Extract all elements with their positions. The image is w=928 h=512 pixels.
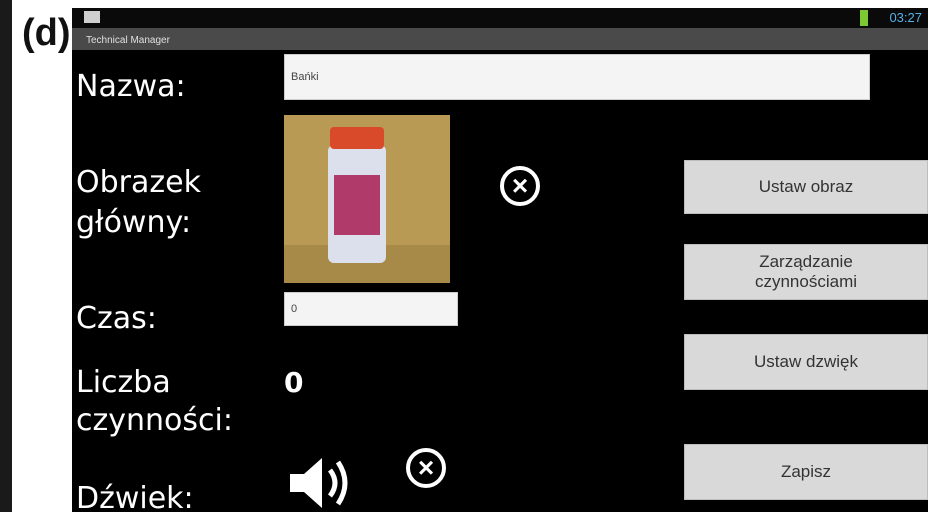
figure-label: (d) xyxy=(22,12,71,54)
name-input-value: Bańki xyxy=(291,71,319,83)
name-label: Nazwa: xyxy=(76,69,186,104)
activity-count-value: 0 xyxy=(284,366,304,399)
photo-jar-cap xyxy=(330,127,384,149)
set-sound-button[interactable]: Ustaw dzwięk xyxy=(684,334,928,390)
remove-image-icon[interactable]: × xyxy=(500,166,540,206)
speaker-icon[interactable] xyxy=(286,454,356,512)
name-input[interactable]: Bańki xyxy=(284,54,870,100)
manage-activities-label-line1: Zarządzanie xyxy=(759,252,853,271)
status-clock: 03:27 xyxy=(889,10,922,25)
sound-label: Dźwiek: xyxy=(76,481,194,512)
app-title-bar xyxy=(72,28,928,50)
main-image-label-line2: główny: xyxy=(76,205,192,240)
time-input-value: 0 xyxy=(291,303,298,315)
manage-activities-button[interactable]: Zarządzanie czynnościami xyxy=(684,244,928,300)
activity-count-label-line2: czynności: xyxy=(76,403,233,438)
save-button[interactable]: Zapisz xyxy=(684,444,928,500)
time-label: Czas: xyxy=(76,301,157,336)
manage-activities-label-line2: czynnościami xyxy=(754,272,858,291)
set-image-button-label: Ustaw obraz xyxy=(758,177,854,196)
time-input[interactable]: 0 xyxy=(284,292,458,326)
battery-icon xyxy=(860,10,868,26)
main-image-thumbnail[interactable] xyxy=(284,115,450,283)
set-sound-button-label: Ustaw dzwięk xyxy=(754,352,858,371)
app-title: Technical Manager xyxy=(86,35,170,46)
status-bar: 03:27 xyxy=(72,8,928,28)
notification-icon xyxy=(84,11,100,23)
save-button-label: Zapisz xyxy=(780,462,832,481)
main-image-label-line1: Obrazek xyxy=(76,165,201,200)
device-screen: 03:27 Technical Manager Nazwa: Bańki Obr… xyxy=(72,8,928,512)
set-image-button[interactable]: Ustaw obraz xyxy=(684,160,928,214)
activity-count-label-line1: Liczba xyxy=(76,365,171,400)
left-edge-strip xyxy=(0,0,12,512)
photo-jar-label xyxy=(334,175,380,235)
remove-sound-icon[interactable]: × xyxy=(406,448,446,488)
